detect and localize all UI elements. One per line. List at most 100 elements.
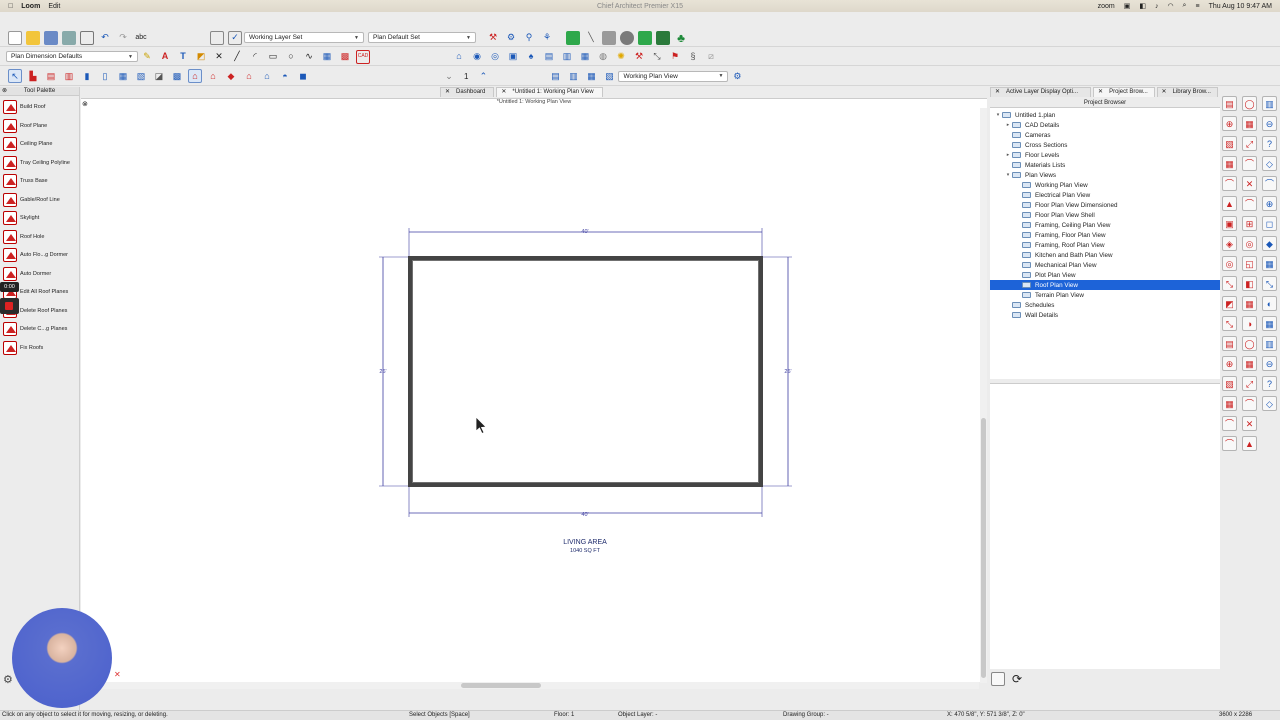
- tool-button-icon[interactable]: ◯: [1242, 336, 1257, 351]
- tool-button-icon[interactable]: ⌒: [1242, 156, 1257, 171]
- tool-button-icon[interactable]: ✕: [1242, 176, 1257, 191]
- tool-button-icon[interactable]: ?: [1262, 376, 1277, 391]
- tree-item[interactable]: Schedules: [990, 300, 1220, 310]
- tool-button-icon[interactable]: ⌒: [1222, 416, 1237, 431]
- tool-button-icon[interactable]: ◎: [1222, 256, 1237, 271]
- tree-item[interactable]: Mechanical Plan View: [990, 260, 1220, 270]
- tool-button-icon[interactable]: ⊖: [1262, 356, 1277, 371]
- tool-button-icon[interactable]: ▦: [1222, 156, 1237, 171]
- tool-button-icon[interactable]: ▦: [1242, 116, 1257, 131]
- tool-button-icon[interactable]: ▥: [1262, 336, 1277, 351]
- tree-item[interactable]: Terrain Plan View: [990, 290, 1220, 300]
- tree-item[interactable]: Framing, Roof Plan View: [990, 240, 1220, 250]
- tree-item[interactable]: Floor Plan View Shell: [990, 210, 1220, 220]
- tree-item[interactable]: ▸ CAD Details: [990, 120, 1220, 130]
- canvas-vertical-scrollbar[interactable]: [980, 108, 987, 683]
- tool-button-icon[interactable]: ▧: [1222, 376, 1237, 391]
- tool-button-icon[interactable]: ⊕: [1222, 356, 1237, 371]
- tool-button-icon[interactable]: ◧: [1242, 276, 1257, 291]
- tool-button-icon[interactable]: ▦: [1222, 396, 1237, 411]
- tree-item[interactable]: Materials Lists: [990, 160, 1220, 170]
- tree-item[interactable]: Framing, Floor Plan View: [990, 230, 1220, 240]
- tool-button-icon[interactable]: ◆: [1262, 236, 1277, 251]
- tool-button-icon[interactable]: ⌒: [1242, 196, 1257, 211]
- webcam-bubble[interactable]: [12, 608, 112, 708]
- tree-item[interactable]: Floor Plan View Dimensioned: [990, 200, 1220, 210]
- gear-icon[interactable]: ⚙: [3, 673, 13, 686]
- tree-item[interactable]: Plot Plan View: [990, 270, 1220, 280]
- tool-button-icon[interactable]: ▧: [1222, 136, 1237, 151]
- tree-item[interactable]: Roof Plan View: [990, 280, 1220, 290]
- tool-button-icon[interactable]: ◈: [1222, 236, 1237, 251]
- tool-button-icon[interactable]: ▤: [1222, 96, 1237, 111]
- tree-item[interactable]: Wall Details: [990, 310, 1220, 320]
- tree-item[interactable]: ▾ Untitled 1.plan: [990, 110, 1220, 120]
- tool-button-icon[interactable]: ⌒: [1262, 176, 1277, 191]
- tool-button-icon[interactable]: ▦: [1262, 256, 1277, 271]
- panel-tab[interactable]: ✕ Active Layer Display Opti...: [990, 87, 1092, 97]
- dimension-bottom-label[interactable]: 40': [581, 512, 588, 518]
- disclosure-arrow-icon[interactable]: ▸: [1004, 152, 1012, 158]
- tool-button-icon[interactable]: ▤: [1222, 336, 1237, 351]
- tool-button-icon[interactable]: ⌒: [1222, 436, 1237, 451]
- room-area-label[interactable]: 1040 SQ FT: [570, 548, 601, 554]
- tool-button-icon[interactable]: ⤡: [1222, 316, 1237, 331]
- tool-button-icon[interactable]: ⤡: [1262, 276, 1277, 291]
- tool-button-icon[interactable]: ▦: [1242, 356, 1257, 371]
- tool-button-icon[interactable]: ⊞: [1242, 216, 1257, 231]
- right-panel-tabs: ✕ Active Layer Display Opti... ✕ Project Br…: [990, 87, 1220, 97]
- tool-button-icon[interactable]: ◻: [1262, 216, 1277, 231]
- tool-button-icon[interactable]: ▲: [1242, 436, 1257, 451]
- tool-button-icon[interactable]: ⤡: [1222, 276, 1237, 291]
- disclosure-arrow-icon[interactable]: ▾: [1004, 172, 1012, 178]
- tool-button-icon[interactable]: ◩: [1222, 296, 1237, 311]
- tree-item[interactable]: Framing, Ceiling Plan View: [990, 220, 1220, 230]
- tree-item[interactable]: ▸ Floor Levels: [990, 150, 1220, 160]
- disclosure-arrow-icon[interactable]: ▸: [1004, 122, 1012, 128]
- dimension-right-label[interactable]: 26': [784, 369, 791, 375]
- tree-item[interactable]: Cross Sections: [990, 140, 1220, 150]
- tool-button-icon[interactable]: ⊕: [1262, 196, 1277, 211]
- disclosure-arrow-icon[interactable]: ▾: [994, 112, 1002, 118]
- tool-button-icon[interactable]: ◐: [1262, 296, 1277, 311]
- refresh-icon[interactable]: ⟳: [1010, 672, 1024, 686]
- panel-tab[interactable]: ✕ Project Brow...: [1093, 87, 1155, 97]
- tree-item[interactable]: Cameras: [990, 130, 1220, 140]
- scrollbar-thumb[interactable]: [981, 418, 986, 678]
- tool-button-icon[interactable]: ▲: [1222, 196, 1237, 211]
- tool-button-icon[interactable]: ?: [1262, 136, 1277, 151]
- tool-button-icon[interactable]: ⌒: [1222, 176, 1237, 191]
- tool-button-icon[interactable]: ⊖: [1262, 116, 1277, 131]
- tree-item[interactable]: ▾ Plan Views: [990, 170, 1220, 180]
- tool-button-icon[interactable]: ✕: [1242, 416, 1257, 431]
- tool-button-icon[interactable]: ▦: [1262, 316, 1277, 331]
- tool-button-icon[interactable]: ▥: [1262, 96, 1277, 111]
- panel-layout-icon[interactable]: [991, 672, 1005, 686]
- tool-button-icon[interactable]: ▦: [1242, 296, 1257, 311]
- dimension-top-label[interactable]: 40': [581, 229, 588, 235]
- tool-button-icon[interactable]: ⤢: [1242, 376, 1257, 391]
- tool-button-icon[interactable]: ◑: [1242, 316, 1257, 331]
- tool-button-icon[interactable]: ⌒: [1242, 396, 1257, 411]
- close-icon[interactable]: ✕: [114, 670, 121, 679]
- panel-tab[interactable]: ✕ Library Brow...: [1156, 87, 1219, 97]
- tool-button-icon[interactable]: ◇: [1262, 156, 1277, 171]
- exterior-walls[interactable]: [408, 256, 763, 487]
- tree-item[interactable]: Electrical Plan View: [990, 190, 1220, 200]
- close-tab-icon[interactable]: ✕: [1098, 88, 1103, 97]
- dimension-left-label[interactable]: 26': [379, 369, 386, 375]
- room-name-label[interactable]: LIVING AREA: [563, 539, 607, 546]
- tool-button-icon[interactable]: ◎: [1242, 236, 1257, 251]
- close-tab-icon[interactable]: ✕: [995, 88, 1000, 97]
- canvas-horizontal-scrollbar[interactable]: [81, 682, 979, 689]
- tool-button-icon[interactable]: ⊕: [1222, 116, 1237, 131]
- close-tab-icon[interactable]: ✕: [1162, 88, 1167, 97]
- tree-item[interactable]: Working Plan View: [990, 180, 1220, 190]
- scrollbar-thumb[interactable]: [461, 683, 541, 688]
- tool-button-icon[interactable]: ◇: [1262, 396, 1277, 411]
- tool-button-icon[interactable]: ◱: [1242, 256, 1257, 271]
- tree-item[interactable]: Kitchen and Bath Plan View: [990, 250, 1220, 260]
- tool-button-icon[interactable]: ◯: [1242, 96, 1257, 111]
- tool-button-icon[interactable]: ⤢: [1242, 136, 1257, 151]
- tool-button-icon[interactable]: ▣: [1222, 216, 1237, 231]
